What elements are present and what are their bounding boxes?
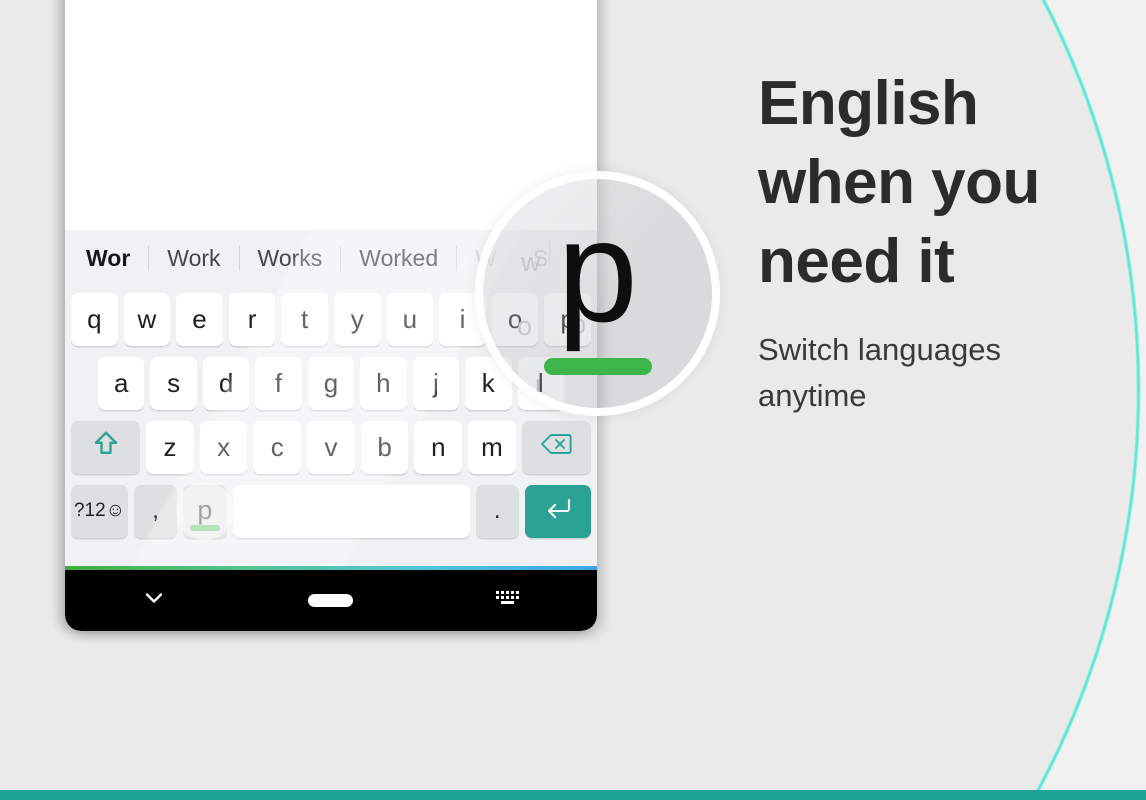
key-f[interactable]: f [255, 356, 302, 410]
chevron-down-icon [140, 584, 168, 617]
magnified-language-indicator [543, 357, 652, 375]
key-z[interactable]: z [146, 420, 194, 474]
key-v[interactable]: v [307, 420, 355, 474]
keyboard-row-4: ?12☺ , p . [65, 479, 597, 543]
ghost-key-o: o [517, 311, 533, 341]
suggestion-item[interactable]: Worked [341, 245, 456, 272]
subheadline: Switch languages anytime [758, 332, 1001, 413]
android-navigation-bar [65, 570, 597, 631]
promo-copy: English when you need it Switch language… [758, 64, 1098, 419]
shift-icon [91, 429, 121, 466]
switch-keyboard-button[interactable] [473, 581, 543, 621]
home-indicator-button[interactable] [296, 581, 366, 621]
key-x[interactable]: x [199, 420, 248, 474]
period-key[interactable]: . [475, 484, 519, 538]
language-key-label: p [197, 494, 213, 525]
hide-keyboard-button[interactable] [119, 581, 189, 621]
key-s[interactable]: s [150, 356, 197, 410]
language-indicator-bar [189, 524, 220, 531]
backspace-icon [539, 431, 573, 464]
key-j[interactable]: j [412, 356, 460, 410]
comma-key[interactable]: , [133, 484, 178, 538]
ghost-key-w: w [521, 247, 541, 277]
key-d[interactable]: d [202, 356, 250, 410]
key-b[interactable]: b [360, 420, 409, 474]
home-pill-icon [308, 594, 354, 607]
suggestion-item[interactable]: Works [240, 245, 341, 272]
enter-key[interactable] [524, 484, 591, 538]
headline: English when you need it [758, 69, 1040, 296]
space-key[interactable] [232, 484, 470, 538]
ghost-divider [549, 241, 550, 267]
key-t[interactable]: t [281, 292, 328, 346]
key-g[interactable]: g [307, 356, 355, 410]
promo-stage: Wor Work Works Worked W S q w e r [0, 0, 1146, 800]
symbols-key[interactable]: ?12☺ [71, 484, 128, 538]
key-h[interactable]: h [360, 356, 407, 410]
key-m[interactable]: m [468, 420, 516, 474]
key-a[interactable]: a [98, 356, 145, 410]
key-q[interactable]: q [71, 292, 118, 346]
key-n[interactable]: n [414, 420, 463, 474]
magnified-letter: p [557, 189, 638, 352]
suggestion-item[interactable]: Wor [76, 245, 148, 272]
key-r[interactable]: r [228, 292, 276, 346]
language-switch-key[interactable]: p [183, 484, 227, 538]
keyboard-row-3: z x c v b n m [65, 415, 597, 479]
key-w[interactable]: w [123, 292, 171, 346]
suggestion-item[interactable]: Work [149, 245, 238, 272]
key-u[interactable]: u [386, 292, 434, 346]
magnifier-bubble: w s o p l p [475, 171, 720, 416]
key-y[interactable]: y [333, 292, 381, 346]
bottom-accent-bar [0, 790, 1146, 800]
ghost-key-l: l [535, 375, 541, 405]
backspace-key[interactable] [521, 420, 591, 474]
enter-icon [541, 495, 575, 528]
shift-key[interactable] [71, 420, 141, 474]
key-c[interactable]: c [253, 420, 302, 474]
keyboard-icon [495, 588, 521, 613]
key-e[interactable]: e [176, 292, 223, 346]
